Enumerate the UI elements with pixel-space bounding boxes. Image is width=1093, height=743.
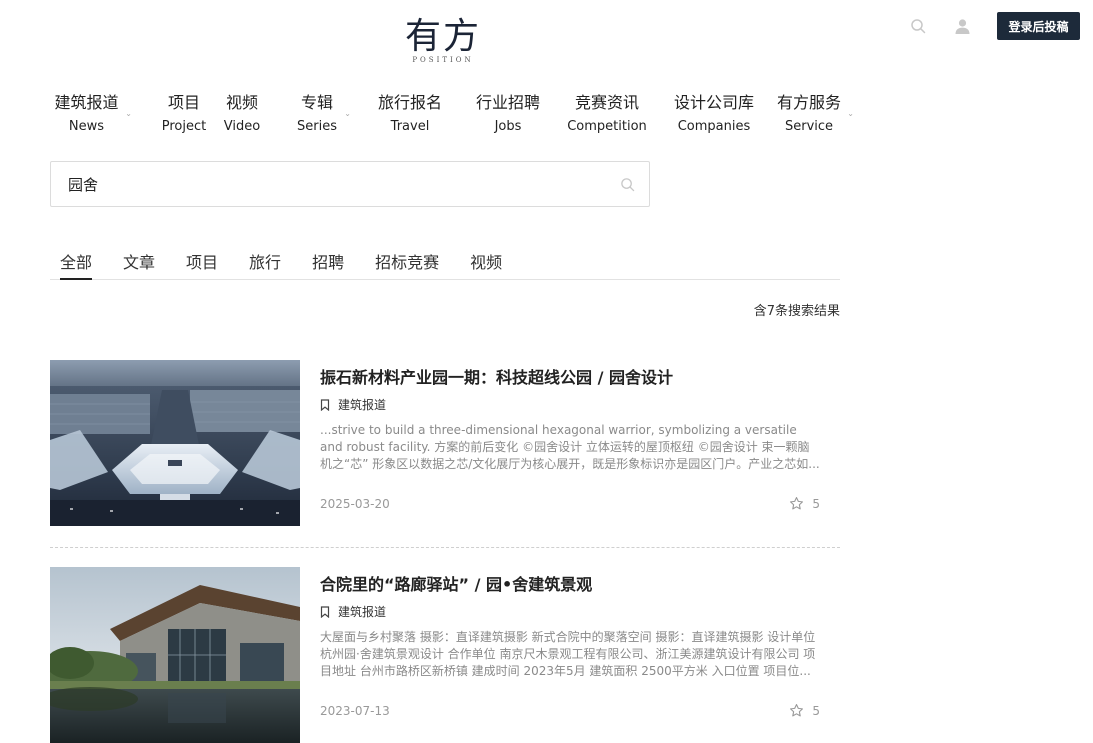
favorite-button[interactable]: 5 <box>789 703 820 718</box>
bookmark-icon <box>320 398 330 411</box>
result-description: 大屋面与乡村聚落 摄影：直译建筑摄影 新式合院中的聚落空间 摄影：直译建筑摄影 … <box>320 630 816 678</box>
logo-text-cn: 有方 <box>404 16 481 57</box>
result-content: 合院里的“路廊驿站” / 园•舍建筑景观 建筑报道 大屋面与乡村聚落 摄影：直译… <box>320 567 820 718</box>
result-footer: 2025-03-20 5 <box>320 496 820 511</box>
tab-articles[interactable]: 文章 <box>113 248 165 279</box>
site-logo[interactable]: 有方 POSITION <box>398 16 488 70</box>
nav-item-competition[interactable]: 竞赛资讯 Competition <box>565 92 649 142</box>
result-title[interactable]: 振石新材料产业园一期：科技超线公园 / 园舍设计 <box>320 366 820 390</box>
search-icon <box>911 19 926 34</box>
star-icon <box>790 704 804 717</box>
result-date: 2023-07-13 <box>320 703 390 718</box>
result-footer: 2023-07-13 5 <box>320 703 820 718</box>
search-input[interactable] <box>51 162 605 206</box>
star-icon <box>790 497 804 510</box>
result-category[interactable]: 建筑报道 <box>320 603 820 620</box>
search-icon <box>620 177 634 191</box>
result-description: ...strive to build a three-dimensional h… <box>320 423 820 471</box>
nav-label-en: Service <box>784 119 834 134</box>
result-category[interactable]: 建筑报道 <box>320 396 820 413</box>
result-category-label: 建筑报道 <box>338 605 387 619</box>
chevron-down-icon: ⌄ <box>344 109 351 118</box>
result-type-tabs: 全部 文章 项目 旅行 招聘 招标竞赛 视频 <box>50 248 840 280</box>
favorite-count: 5 <box>812 496 820 511</box>
tab-projects[interactable]: 项目 <box>176 248 228 279</box>
nav-label-cn: 行业招聘 <box>475 93 540 112</box>
search-submit-button[interactable] <box>605 162 649 206</box>
result-title[interactable]: 合院里的“路廊驿站” / 园•舍建筑景观 <box>320 573 820 597</box>
nav-item-video[interactable]: 视频 Video <box>217 92 267 142</box>
tab-jobs[interactable]: 招聘 <box>302 248 354 279</box>
result-content: 振石新材料产业园一期：科技超线公园 / 园舍设计 建筑报道 ...strive … <box>320 360 820 511</box>
result-item: 合院里的“路廊驿站” / 园•舍建筑景观 建筑报道 大屋面与乡村聚落 摄影：直译… <box>50 567 840 743</box>
result-category-label: 建筑报道 <box>338 398 387 412</box>
result-divider <box>50 547 840 548</box>
nav-item-companies[interactable]: 设计公司库 Companies <box>672 92 756 142</box>
tab-travel[interactable]: 旅行 <box>239 248 291 279</box>
nav-item-travel[interactable]: 旅行报名 Travel <box>374 92 446 142</box>
search-bar <box>50 161 650 207</box>
header-search-button[interactable] <box>909 17 927 35</box>
nav-item-series[interactable]: 专辑 Series ⌄ <box>292 92 351 142</box>
result-item: 振石新材料产业园一期：科技超线公园 / 园舍设计 建筑报道 ...strive … <box>50 360 840 530</box>
chevron-down-icon: ⌄ <box>847 109 854 118</box>
chevron-down-icon: ⌄ <box>125 109 132 118</box>
nav-label-en: Travel <box>390 119 430 134</box>
login-submit-button[interactable]: 登录后投稿 <box>997 12 1080 40</box>
result-date: 2025-03-20 <box>320 496 390 511</box>
nav-label-en: Companies <box>677 119 751 134</box>
header-actions: 登录后投稿 <box>909 12 1080 40</box>
nav-label-en: Competition <box>567 119 647 134</box>
result-thumbnail[interactable] <box>50 360 300 526</box>
nav-label-cn: 设计公司库 <box>673 93 754 112</box>
nav-label-cn: 视频 <box>225 93 258 112</box>
nav-label-cn: 建筑报道 <box>54 93 119 112</box>
nav-label-cn: 旅行报名 <box>377 93 442 112</box>
result-image <box>50 360 300 526</box>
nav-label-cn: 有方服务 <box>776 93 841 112</box>
tab-all[interactable]: 全部 <box>50 248 102 280</box>
tab-videos[interactable]: 视频 <box>460 248 512 279</box>
nav-item-jobs[interactable]: 行业招聘 Jobs <box>472 92 544 142</box>
main-nav: 建筑报道 News ⌄ 项目 Project 视频 Video 专辑 Serie… <box>50 92 854 142</box>
nav-label-cn: 专辑 <box>300 93 333 112</box>
nav-item-service[interactable]: 有方服务 Service ⌄ <box>773 92 854 142</box>
nav-item-news[interactable]: 建筑报道 News ⌄ <box>50 92 132 142</box>
nav-label-cn: 竞赛资讯 <box>574 93 639 112</box>
user-account-button[interactable] <box>953 17 971 35</box>
result-count: 含7条搜索结果 <box>753 304 840 319</box>
result-thumbnail[interactable] <box>50 567 300 743</box>
tab-tenders[interactable]: 招标竞赛 <box>365 248 449 279</box>
user-icon <box>955 18 969 34</box>
result-image <box>50 567 300 743</box>
nav-label-en: News <box>68 119 105 134</box>
nav-label-en: Video <box>223 119 261 134</box>
nav-label-en: Jobs <box>494 119 522 134</box>
favorite-button[interactable]: 5 <box>789 496 820 511</box>
nav-label-cn: 项目 <box>167 93 200 112</box>
bookmark-icon <box>320 605 330 618</box>
nav-label-en: Series <box>297 119 337 134</box>
nav-item-project[interactable]: 项目 Project <box>147 92 221 142</box>
nav-label-en: Project <box>161 119 207 134</box>
favorite-count: 5 <box>812 703 820 718</box>
